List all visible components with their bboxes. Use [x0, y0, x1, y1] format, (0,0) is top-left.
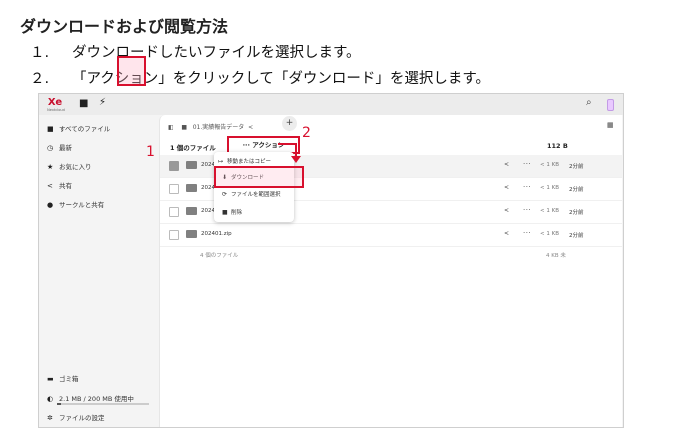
- folder-icon: [186, 161, 197, 169]
- menu-item-select-range[interactable]: ⟳ ファイルを範囲選択: [222, 190, 281, 198]
- more-icon[interactable]: ···: [523, 183, 531, 191]
- file-modified: 2分前: [569, 187, 584, 193]
- breadcrumb: ◧ ■ 01.実績報告データ <: [168, 122, 253, 131]
- quota-label: ◐ 2.1 MB / 200 MB 使用中: [47, 393, 134, 403]
- row-checkbox[interactable]: [169, 184, 179, 194]
- file-size: < 1 KB: [540, 162, 559, 168]
- step-number: １.: [30, 45, 50, 61]
- page-title: ダウンロードおよび閲覧方法: [20, 17, 229, 36]
- share-icon[interactable]: <: [248, 124, 253, 131]
- table-row[interactable]: 202401.zip < ··· < 1 KB 2分前: [160, 224, 622, 247]
- menu-item-delete[interactable]: ■ 削除: [222, 208, 242, 216]
- folder-icon: [186, 230, 197, 238]
- step-text: ダウンロードしたいファイルを選択します。: [72, 45, 361, 61]
- sidebar-item-all-files[interactable]: ■ すべてのファイル: [47, 123, 110, 133]
- file-name[interactable]: 2024: [201, 208, 215, 214]
- checkbox-highlight: [117, 56, 146, 86]
- selection-count: 1 個のファイル: [170, 144, 216, 152]
- sidebar-item-label: 最新: [59, 144, 72, 152]
- file-name[interactable]: 202401.zip: [201, 231, 232, 237]
- sidebar-item-label: すべてのファイル: [59, 125, 111, 133]
- sidebar-item-favorites[interactable]: ★ お気に入り: [47, 161, 92, 171]
- selection-size: 112 B: [547, 142, 568, 150]
- file-name[interactable]: 2024: [201, 185, 215, 191]
- file-modified: 2分前: [569, 210, 584, 216]
- quota-text: 2.1 MB / 200 MB 使用中: [59, 395, 134, 403]
- app-window: Xe Nextcloud ■ ⚡ ⌕ ■ すべてのファイル ◷ 最新 ★ お気に入り …: [38, 93, 624, 428]
- file-name[interactable]: 2024: [201, 162, 215, 168]
- menu-item-label: 移動またはコピー: [227, 159, 272, 165]
- new-button[interactable]: +: [282, 116, 297, 131]
- arrow-head-icon: [291, 156, 301, 163]
- refresh-icon: ⟳: [222, 191, 228, 198]
- row-checkbox[interactable]: [169, 207, 179, 217]
- grid-view-icon[interactable]: ▦: [607, 121, 614, 129]
- download-highlight: [214, 166, 304, 188]
- star-icon: ★: [47, 163, 54, 171]
- sidebar-item-recent[interactable]: ◷ 最新: [47, 142, 72, 152]
- sidebar-item-trash[interactable]: ▬ ゴミ箱: [47, 373, 79, 383]
- row-checkbox[interactable]: [169, 161, 179, 171]
- annotation-1: 1: [146, 144, 155, 160]
- menu-item-label: 削除: [231, 210, 243, 216]
- file-count-summary: 4 個のファイル: [200, 253, 239, 259]
- sidebar-item-label: ゴミ箱: [59, 375, 79, 383]
- move-icon: ↦: [218, 158, 224, 165]
- file-size: < 1 KB: [540, 185, 559, 191]
- file-size: < 1 KB: [540, 208, 559, 214]
- top-bar: Xe Nextcloud ■ ⚡ ⌕: [39, 94, 623, 115]
- annotation-2: 2: [302, 125, 311, 141]
- share-icon[interactable]: <: [504, 161, 509, 168]
- share-icon[interactable]: <: [504, 207, 509, 214]
- folder-icon: [186, 184, 197, 192]
- breadcrumb-current[interactable]: 01.実績報告データ: [193, 124, 245, 131]
- sidebar-item-circles[interactable]: ● サークルと共有: [47, 199, 104, 209]
- search-icon[interactable]: ⌕: [586, 97, 592, 108]
- settings-label: ファイルの設定: [59, 414, 105, 422]
- sidebar-toggle-icon[interactable]: ◧: [168, 124, 174, 131]
- quota-fill: [57, 403, 61, 405]
- step-1: １. ダウンロードしたいファイルを選択します。: [30, 41, 361, 62]
- quota-bar: [57, 403, 149, 405]
- step-number: ２.: [30, 71, 50, 87]
- sidebar: ■ すべてのファイル ◷ 最新 ★ お気に入り < 共有 ● サークルと共有 ▬ ゴミ箱 ◐…: [39, 115, 159, 427]
- file-modified: 2分前: [569, 233, 584, 239]
- step-2: ２. 「アクション」をクリックして「ダウンロード」を選択します。: [30, 67, 490, 88]
- sidebar-item-label: お気に入り: [59, 163, 92, 171]
- arrow-segment: [278, 143, 296, 145]
- pie-chart-icon: ◐: [47, 395, 54, 403]
- share-icon[interactable]: <: [504, 184, 509, 191]
- circles-icon: ●: [47, 201, 54, 209]
- menu-item-move-copy[interactable]: ↦ 移動またはコピー: [218, 157, 271, 165]
- row-checkbox[interactable]: [169, 230, 179, 240]
- files-app-icon[interactable]: ■: [79, 98, 88, 109]
- files-settings[interactable]: ✲ ファイルの設定: [47, 412, 105, 422]
- clock-icon: ◷: [47, 144, 54, 152]
- sidebar-item-label: サークルと共有: [59, 201, 105, 209]
- gear-icon: ✲: [47, 414, 53, 422]
- folder-icon: ■: [47, 125, 54, 133]
- more-icon[interactable]: ···: [523, 229, 531, 237]
- avatar[interactable]: [607, 99, 614, 111]
- total-size-summary: 4 KB 未: [546, 253, 566, 259]
- share-icon[interactable]: <: [504, 230, 509, 237]
- trash-icon: ▬: [47, 375, 54, 383]
- share-icon: <: [47, 182, 53, 190]
- folder-icon: [186, 207, 197, 215]
- file-modified: 2分前: [569, 164, 584, 170]
- sidebar-item-shared[interactable]: < 共有: [47, 180, 72, 190]
- file-size: < 1 KB: [540, 231, 559, 237]
- activity-icon[interactable]: ⚡: [99, 97, 106, 108]
- home-icon[interactable]: ■: [181, 124, 187, 131]
- logo-subtitle: Nextcloud: [47, 108, 65, 112]
- trash-icon: ■: [222, 209, 228, 216]
- sidebar-item-label: 共有: [59, 182, 72, 190]
- more-icon[interactable]: ···: [523, 206, 531, 214]
- more-icon[interactable]: ···: [523, 160, 531, 168]
- menu-item-label: ファイルを範囲選択: [231, 192, 281, 198]
